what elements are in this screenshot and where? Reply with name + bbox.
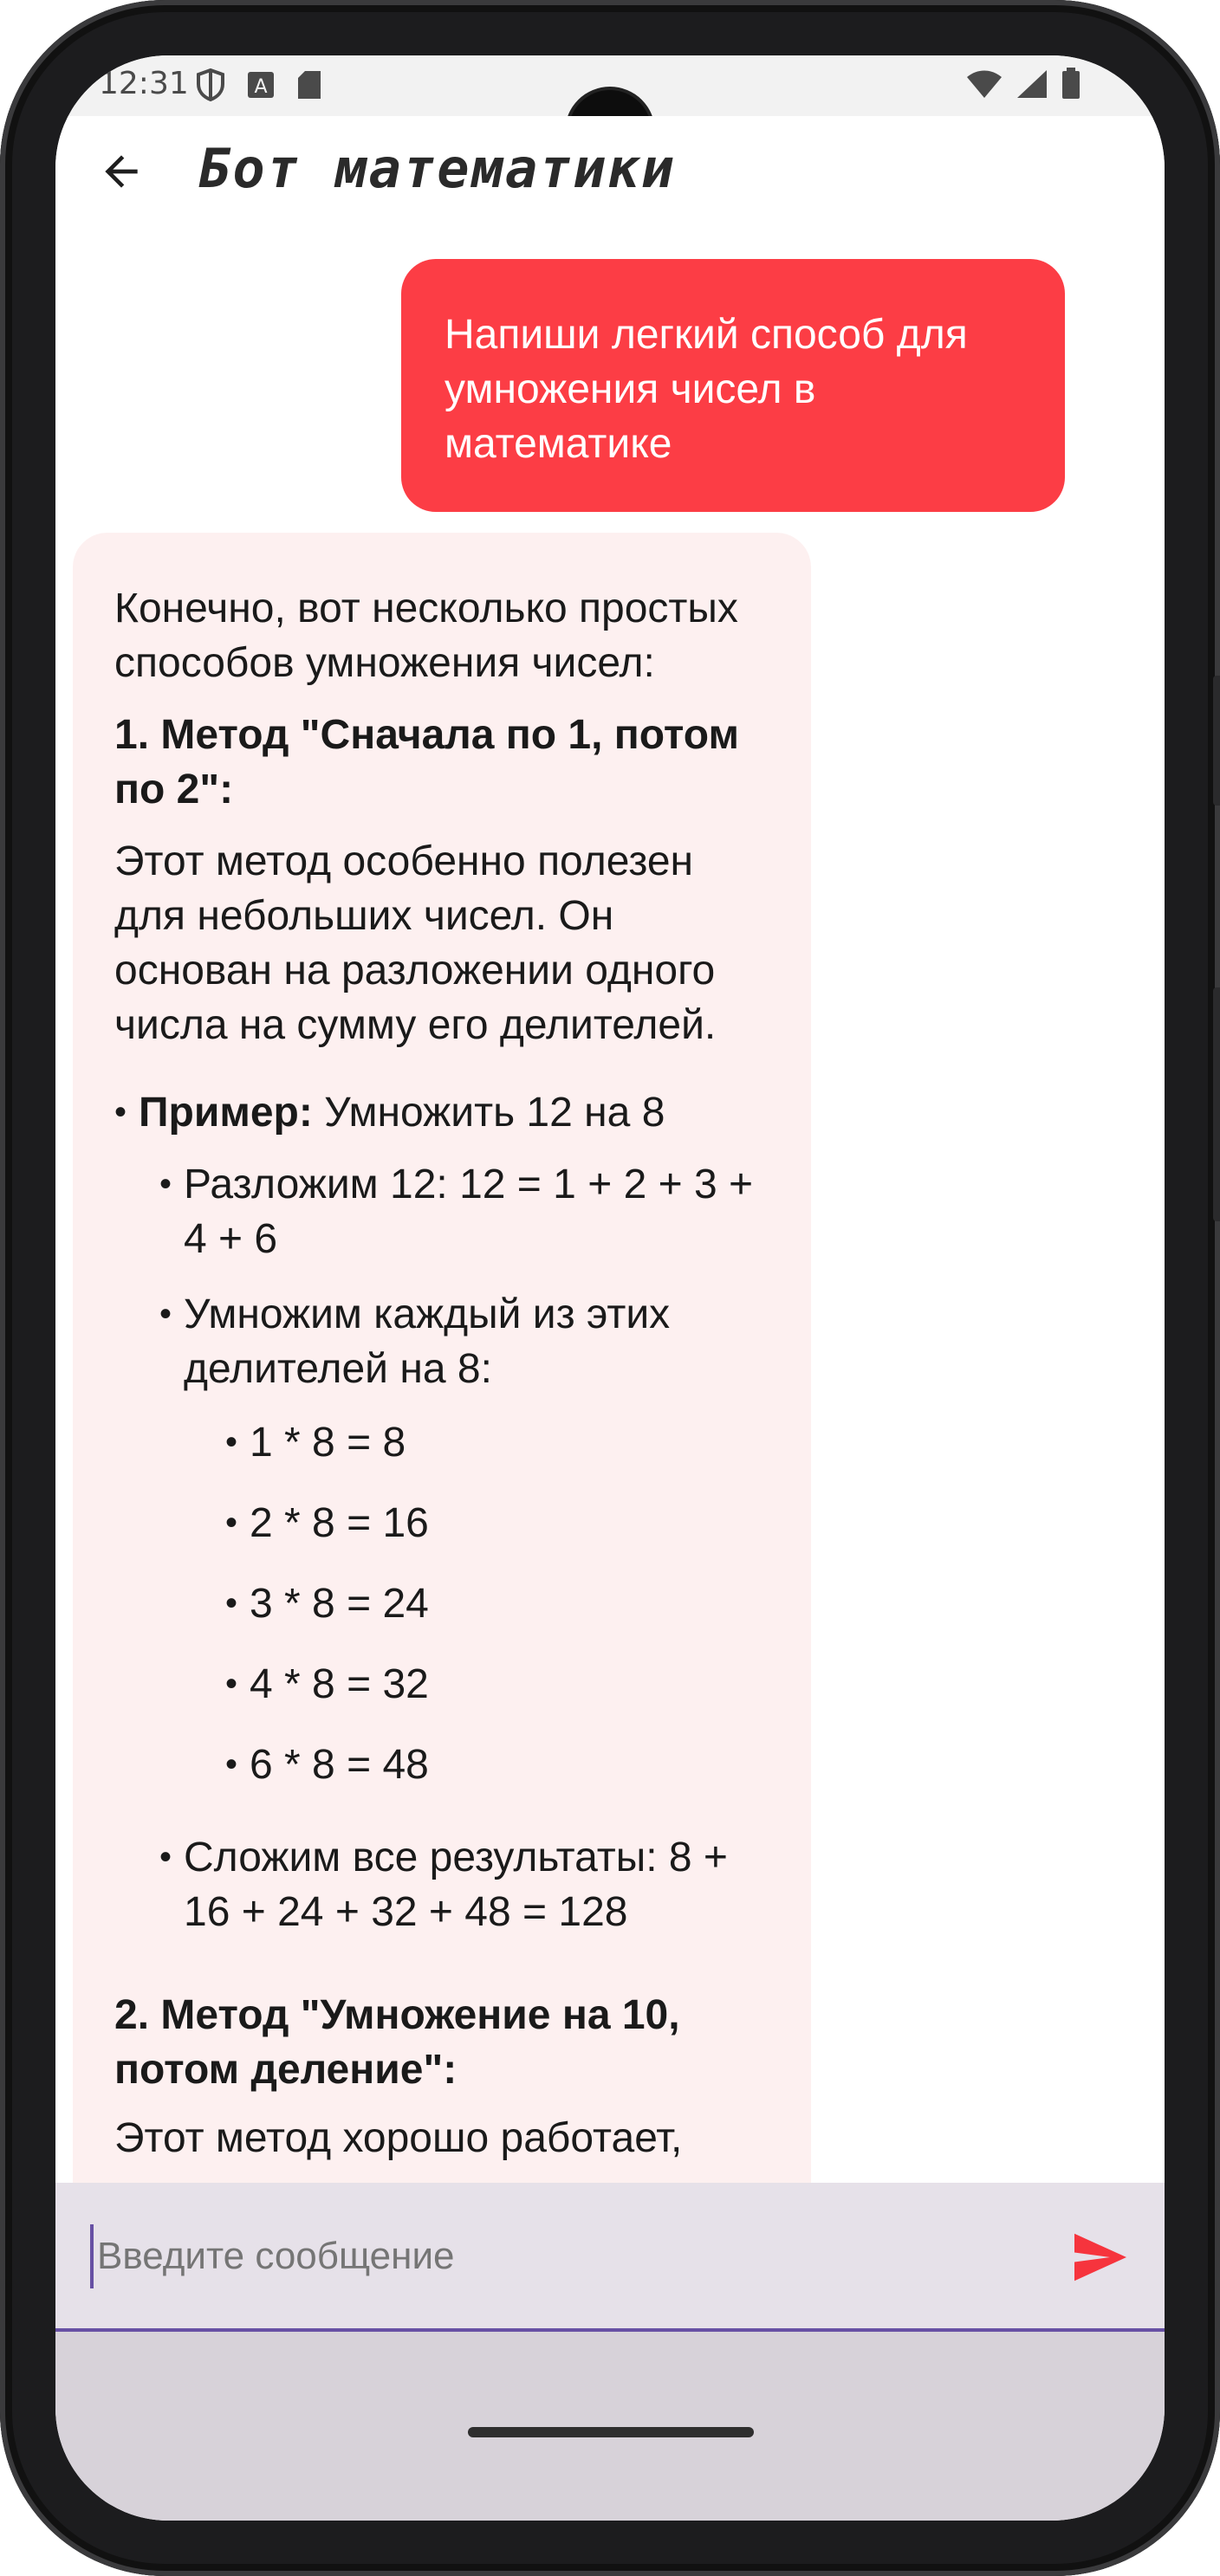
- message-input[interactable]: [90, 2224, 1035, 2288]
- svg-text:A: A: [254, 76, 267, 98]
- status-icons-right: [965, 68, 1081, 100]
- method2-desc: Этот метод хорошо работает,: [114, 2115, 683, 2161]
- chat-list[interactable]: Напиши легкий способ для умножения чисел…: [55, 220, 1165, 2183]
- step-item: Разложим 12: 12 = 1 + 2 + 3 + 4 + 6: [159, 1157, 769, 1266]
- product-item: 2 * 8 = 16: [225, 1496, 769, 1550]
- app-bar: Бот математики: [55, 116, 1165, 220]
- step-text: Сложим все результаты: 8 + 16 + 24 + 32 …: [184, 1835, 728, 1935]
- step-text: Умножим каждый из этих делителей на 8:: [184, 1291, 671, 1392]
- arrow-back-icon: [105, 155, 138, 188]
- product-text: 4 * 8 = 32: [250, 1661, 429, 1707]
- user-message: Напиши легкий способ для умножения чисел…: [401, 259, 1065, 512]
- product-text: 3 * 8 = 24: [250, 1581, 429, 1627]
- user-message-text: Напиши легкий способ для умножения чисел…: [445, 312, 968, 467]
- step-item: Умножим каждый из этих делителей на 8:: [159, 1287, 769, 1396]
- send-icon: [1074, 2233, 1126, 2282]
- message-input-bar: [55, 2183, 1165, 2332]
- product-item: 4 * 8 = 32: [225, 1657, 769, 1712]
- method1-desc: Этот метод особенно полезен для небольши…: [114, 838, 717, 1048]
- product-text: 1 * 8 = 8: [250, 1420, 406, 1466]
- product-text: 6 * 8 = 48: [250, 1742, 429, 1788]
- send-button[interactable]: [1068, 2224, 1133, 2290]
- step-item: Сложим все результаты: 8 + 16 + 24 + 32 …: [159, 1830, 769, 1939]
- product-item: 6 * 8 = 48: [225, 1738, 769, 1792]
- example-item: Пример: Умножить 12 на 8: [114, 1085, 769, 1140]
- status-time: 12:31: [99, 66, 189, 101]
- keyboard-a-icon: A: [248, 72, 274, 98]
- power-button: [1213, 987, 1220, 1221]
- bot-intro: Конечно, вот несколько простых способов …: [114, 586, 738, 686]
- battery-icon: [1062, 68, 1080, 99]
- bot-message: Конечно, вот несколько простых способов …: [73, 533, 811, 2183]
- status-icons-left: A: [196, 68, 322, 102]
- method2-title: 2. Метод "Умножение на 10, потом деление…: [114, 1992, 680, 2093]
- product-text: 2 * 8 = 16: [250, 1500, 429, 1546]
- home-indicator[interactable]: [468, 2427, 754, 2437]
- navigation-bar: [55, 2332, 1165, 2521]
- signal-icon: [1017, 70, 1047, 98]
- example-label: Пример:: [139, 1090, 313, 1136]
- product-item: 1 * 8 = 8: [225, 1415, 769, 1470]
- step-text: Разложим 12: 12 = 1 + 2 + 3 + 4 + 6: [184, 1162, 754, 1262]
- shield-icon: [197, 68, 224, 102]
- back-button[interactable]: [90, 140, 152, 203]
- wifi-icon: [967, 70, 1002, 98]
- method1-title: 1. Метод "Сначала по 1, потом по 2":: [114, 712, 739, 812]
- product-item: 3 * 8 = 24: [225, 1576, 769, 1631]
- phone-frame: 12:31 A Бот математики Напиши легкий спо…: [0, 0, 1220, 2576]
- sd-card-icon: [298, 71, 321, 99]
- example-text: Умножить 12 на 8: [312, 1090, 665, 1136]
- page-title: Бот математики: [198, 137, 676, 200]
- volume-button: [1213, 676, 1220, 806]
- screen: 12:31 A Бот математики Напиши легкий спо…: [55, 55, 1165, 2521]
